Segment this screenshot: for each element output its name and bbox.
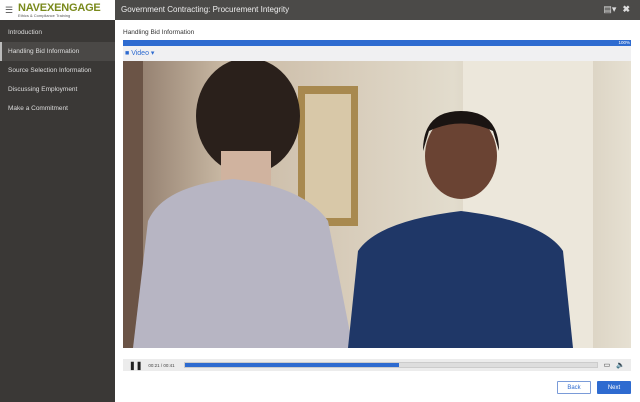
volume-icon[interactable]: 🔈 <box>616 361 625 369</box>
logo-area: ☰ NAVEXENGAGE Ethics & Compliance Traini… <box>0 0 115 20</box>
back-button[interactable]: Back <box>557 381 591 394</box>
lesson-title: Handling Bid Information <box>123 29 195 36</box>
video-camera-icon: ■ <box>125 50 130 57</box>
course-title: Government Contracting: Procurement Inte… <box>121 5 290 14</box>
brand-tagline: Ethics & Compliance Training <box>18 12 71 18</box>
sidebar-item-source-selection[interactable]: Source Selection Information <box>0 61 115 80</box>
sidebar-item-introduction[interactable]: Introduction <box>0 23 115 42</box>
hamburger-menu-icon[interactable]: ☰ <box>0 5 18 16</box>
video-tab[interactable]: ■ Video ▾ <box>125 50 154 57</box>
brand-logo: NAVEXENGAGE Ethics & Compliance Training <box>18 1 101 18</box>
sidebar-item-make-commitment[interactable]: Make a Commitment <box>0 99 115 118</box>
video-time: 00:21 / 00:41 <box>148 362 175 368</box>
video-frame[interactable] <box>123 61 631 348</box>
document-menu-icon[interactable]: ▤▾ <box>603 4 616 15</box>
next-button[interactable]: Next <box>597 381 631 394</box>
top-bar: ☰ NAVEXENGAGE Ethics & Compliance Traini… <box>0 0 640 20</box>
sidebar: Introduction Handling Bid Information So… <box>0 20 115 402</box>
woman-shirt <box>348 211 573 348</box>
pause-icon[interactable]: ❚❚ <box>129 361 142 370</box>
sidebar-item-handling-bid-information[interactable]: Handling Bid Information <box>0 42 115 61</box>
seek-bar-played <box>185 363 400 367</box>
progress-label: 100% <box>618 40 630 45</box>
captions-icon[interactable]: ▭ <box>604 361 611 369</box>
wall-picture <box>305 94 351 218</box>
seek-bar[interactable] <box>184 362 598 368</box>
brand-name: NAVEXENGAGE <box>18 1 101 14</box>
video-tab-label: Video <box>131 50 149 57</box>
video-controls: ❚❚ 00:21 / 00:41 ▭ 🔈 <box>123 359 631 371</box>
sidebar-item-discussing-employment[interactable]: Discussing Employment <box>0 80 115 99</box>
media-tab-row: ■ Video ▾ <box>123 46 631 61</box>
close-icon[interactable]: ✖ <box>622 4 630 15</box>
video-scene <box>123 61 593 348</box>
